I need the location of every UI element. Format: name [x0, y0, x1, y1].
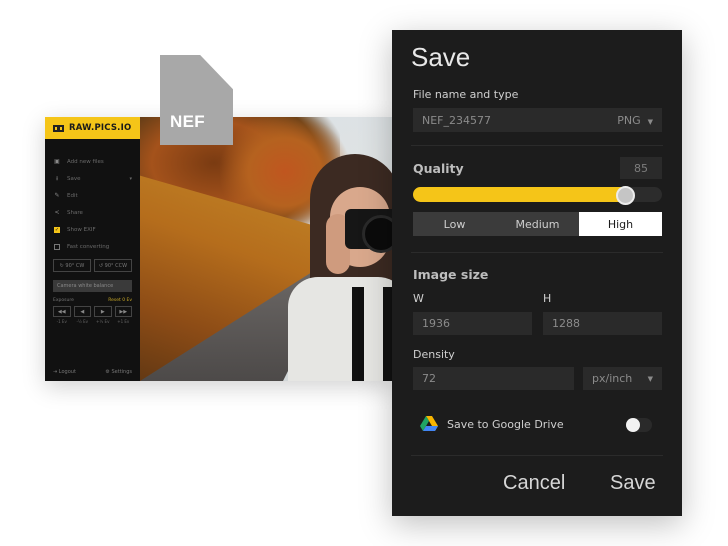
density-unit-select[interactable]: px/inch ▼	[583, 367, 662, 390]
file-type-select[interactable]: PNG ▼	[617, 114, 653, 127]
logout-link[interactable]: ⇥ Logout	[53, 369, 76, 375]
width-label: W	[413, 292, 424, 305]
settings-label: Settings	[111, 369, 132, 375]
density-label: Density	[413, 348, 455, 361]
settings-link[interactable]: ⚙ Settings	[105, 369, 132, 375]
sidebar-item-label: Add new files	[67, 158, 104, 165]
cancel-button[interactable]: Cancel	[503, 472, 565, 495]
google-drive-icon	[420, 416, 438, 431]
checkbox-label: Fast converting	[67, 243, 110, 250]
divider	[411, 252, 663, 253]
show-exif-checkbox[interactable]: ✓ Show EXIF	[45, 221, 140, 238]
sidebar-menu: ▣ Add new files ⭳ Save ▾ ✎ Edit < Share …	[45, 139, 140, 255]
image-size-label: Image size	[413, 267, 489, 282]
photo-preview	[140, 117, 395, 381]
quality-value-input[interactable]: 85	[620, 157, 662, 179]
sidebar-item-edit[interactable]: ✎ Edit	[45, 187, 140, 204]
exposure-step-labels: -1 Ev -½ Ev +½ Ev +1 Ev	[45, 317, 140, 324]
google-drive-option: Save to Google Drive	[420, 416, 564, 432]
quality-preset-high[interactable]: High	[579, 212, 662, 236]
dialog-title: Save	[411, 42, 471, 72]
sidebar-item-label: Edit	[67, 192, 78, 199]
sidebar-item-save[interactable]: ⭳ Save ▾	[45, 170, 140, 187]
pencil-icon: ✎	[54, 191, 60, 199]
white-balance-select[interactable]: Camera white balance	[53, 280, 132, 292]
rotate-ccw-button[interactable]: ↺ 90° CCW	[94, 259, 132, 272]
width-input[interactable]: 1936	[413, 312, 532, 335]
exposure-plus-half-button[interactable]: ▶	[94, 306, 112, 317]
exposure-header: Exposure Reset 0 Ev	[45, 292, 140, 303]
fast-converting-checkbox[interactable]: Fast converting	[45, 238, 140, 255]
rotate-cw-button[interactable]: ↻ 90° CW	[53, 259, 91, 272]
quality-slider-thumb[interactable]	[616, 186, 635, 205]
exposure-buttons: ◀◀ ◀ ▶ ▶▶	[45, 303, 140, 317]
photo-person-body	[288, 277, 395, 381]
quality-preset-low[interactable]: Low	[413, 212, 496, 236]
density-input[interactable]: 72	[413, 367, 574, 390]
exposure-minus-half-button[interactable]: ◀	[73, 306, 91, 317]
divider	[411, 145, 663, 146]
exposure-reset-link[interactable]: Reset 0 Ev	[108, 298, 132, 303]
exposure-label: Exposure	[53, 298, 74, 303]
quality-label: Quality	[413, 161, 464, 176]
sidebar-item-share[interactable]: < Share	[45, 204, 140, 221]
sidebar-item-label: Share	[67, 209, 83, 216]
quality-preset-medium[interactable]: Medium	[496, 212, 579, 236]
raw-pics-app-window: RAW.PICS.IO ▣ Add new files ⭳ Save ▾ ✎ E…	[45, 117, 395, 381]
quality-preset-group: Low Medium High	[413, 212, 662, 236]
density-unit-value: px/inch	[592, 372, 633, 385]
checkbox-empty-icon	[54, 243, 60, 250]
quality-slider-fill	[413, 187, 625, 202]
save-dialog: Save File name and type NEF_234577 PNG ▼ …	[392, 30, 682, 516]
height-input[interactable]: 1288	[543, 312, 662, 335]
logout-label: Logout	[58, 369, 76, 375]
sidebar-item-add-files[interactable]: ▣ Add new files	[45, 153, 140, 170]
exposure-step-label: -1 Ev	[56, 319, 67, 324]
exposure-step-label: +½ Ev	[96, 319, 110, 324]
sidebar-footer: ⇥ Logout ⚙ Settings	[53, 369, 132, 375]
brand-name: RAW.PICS.IO	[69, 123, 132, 133]
file-type-value: PNG	[617, 113, 641, 127]
checkbox-label: Show EXIF	[67, 226, 96, 233]
divider	[411, 455, 663, 456]
height-label: H	[543, 292, 552, 305]
checkbox-checked-icon: ✓	[54, 226, 60, 233]
download-icon: ⭳	[55, 174, 59, 182]
film-logo-icon	[53, 124, 64, 132]
photo-camera-lens	[362, 215, 395, 253]
photo-camera-strap	[352, 287, 364, 381]
file-name-type-label: File name and type	[413, 88, 519, 101]
save-button[interactable]: Save	[610, 472, 656, 495]
sidebar-item-label: Save	[67, 175, 81, 182]
share-icon: <	[54, 208, 60, 216]
brand-header: RAW.PICS.IO	[45, 117, 140, 139]
exposure-minus-1-button[interactable]: ◀◀	[53, 306, 71, 317]
google-drive-label: Save to Google Drive	[447, 417, 564, 431]
toggle-knob	[626, 418, 640, 432]
google-drive-toggle[interactable]	[626, 418, 652, 432]
chevron-down-icon: ▼	[647, 117, 653, 126]
file-name-input[interactable]: NEF_234577 PNG ▼	[413, 108, 662, 132]
exposure-step-label: +1 Ev	[117, 319, 130, 324]
rotate-controls: ↻ 90° CW ↺ 90° CCW	[45, 255, 140, 272]
exposure-plus-1-button[interactable]: ▶▶	[114, 306, 132, 317]
add-files-icon: ▣	[54, 157, 60, 165]
nef-file-label: NEF	[170, 112, 205, 131]
file-name-value: NEF_234577	[422, 113, 491, 127]
app-sidebar: RAW.PICS.IO ▣ Add new files ⭳ Save ▾ ✎ E…	[45, 117, 140, 381]
chevron-down-icon: ▼	[647, 374, 653, 383]
quality-slider[interactable]	[413, 186, 662, 205]
chevron-down-icon: ▾	[129, 175, 132, 182]
exposure-step-label: -½ Ev	[76, 319, 89, 324]
